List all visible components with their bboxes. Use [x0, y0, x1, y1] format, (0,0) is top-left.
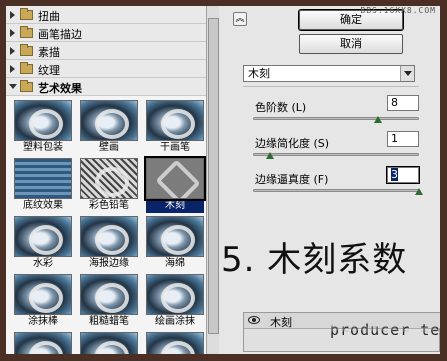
filter-thumb-fresco[interactable]: 壁画 — [80, 100, 138, 155]
filter-preview-image — [80, 216, 138, 257]
filter-category-panel: 扭曲 画笔描边 素描 纹理 艺术效果 塑料包装 壁画 干画笔 底纹效果 彩色铅笔… — [6, 6, 206, 354]
scrollbar-thumb[interactable] — [208, 18, 219, 334]
edge-simplicity-input[interactable]: 1 — [387, 131, 419, 147]
folder-icon — [20, 26, 33, 38]
filter-select-value: 木刻 — [248, 67, 270, 80]
category-sketch[interactable]: 素描 — [6, 42, 206, 60]
expand-arrow-icon[interactable] — [10, 11, 15, 19]
folder-icon — [20, 62, 33, 74]
filter-preview-image — [14, 158, 72, 199]
folder-open-icon — [20, 80, 33, 92]
param-levels: 色阶数 (L) 8 — [243, 93, 419, 129]
filter-thumb-rough-pastels[interactable]: 粗糙蜡笔 — [80, 274, 138, 329]
edge-fidelity-slider-handle[interactable] — [415, 188, 423, 195]
param-label: 边缘简化度 (S) — [255, 137, 330, 150]
filter-thumb-plastic-wrap[interactable]: 塑料包装 — [14, 100, 72, 155]
filter-thumb-sponge[interactable]: 海绵 — [146, 216, 204, 271]
filter-thumb-colored-pencil[interactable]: 彩色铅笔 — [80, 158, 138, 213]
filter-preview-image — [80, 158, 138, 199]
filter-preview-image — [14, 274, 72, 315]
filter-preview-image — [14, 216, 72, 257]
levels-slider-handle[interactable] — [373, 116, 382, 123]
effect-layers-panel: 木刻 producer test producer test — [243, 312, 440, 352]
filter-preview-image — [80, 332, 138, 354]
edge-fidelity-input[interactable]: 3 — [386, 166, 420, 184]
filter-thumb-poster-edges[interactable]: 海报边缘 — [80, 216, 138, 271]
edge-simplicity-slider-handle[interactable] — [265, 152, 274, 159]
category-artistic[interactable]: 艺术效果 — [6, 78, 206, 96]
selected-text: 3 — [391, 168, 398, 181]
layer-name: 木刻 — [270, 316, 292, 329]
category-distort[interactable]: 扭曲 — [6, 6, 206, 24]
window-frame: 扭曲 画笔描边 素描 纹理 艺术效果 塑料包装 壁画 干画笔 底纹效果 彩色铅笔… — [0, 0, 447, 361]
folder-icon — [20, 44, 33, 56]
folder-icon — [20, 8, 33, 20]
filter-thumb-partial[interactable] — [146, 332, 204, 354]
expand-arrow-icon[interactable] — [10, 29, 15, 37]
filter-thumb-dry-brush[interactable]: 干画笔 — [146, 100, 204, 155]
chevron-up-icon[interactable]: ︽ — [233, 12, 247, 26]
filter-thumb-smudge-stick[interactable]: 涂抹棒 — [14, 274, 72, 329]
eye-icon[interactable] — [248, 316, 260, 324]
param-label: 边缘逼真度 (F) — [255, 173, 329, 186]
tutorial-caption: 5. 木刻系数 — [221, 240, 408, 280]
edge-simplicity-slider-track[interactable] — [253, 153, 419, 156]
filter-thumb-paint-daubs[interactable]: 绘画涂抹 — [146, 274, 204, 329]
category-scrollbar[interactable] — [206, 6, 219, 354]
filter-preview-image — [144, 156, 206, 201]
filter-settings-panel: ︽ 确定 取消 BBS.16XX8.COM 木刻 色阶数 (L) 8 边缘简化度… — [219, 6, 440, 354]
filter-thumb-partial[interactable] — [14, 332, 72, 354]
expand-arrow-icon[interactable] — [10, 65, 15, 73]
filter-preview-image — [14, 100, 72, 141]
param-edge-simplicity: 边缘简化度 (S) 1 — [243, 129, 419, 165]
filter-preview-image — [146, 332, 204, 354]
filter-thumb-underpainting[interactable]: 底纹效果 — [14, 158, 72, 213]
collapse-arrow-icon[interactable] — [9, 84, 17, 89]
filter-parameters: 色阶数 (L) 8 边缘简化度 (S) 1 边缘逼真度 (F) 3 — [243, 86, 423, 195]
filter-preview-image — [80, 100, 138, 141]
filter-thumb-cutout[interactable]: 木刻 — [144, 156, 206, 213]
filter-preview-image — [80, 274, 138, 315]
levels-slider-track[interactable] — [253, 117, 419, 120]
cancel-button[interactable]: 取消 — [299, 34, 403, 54]
filter-preview-image — [146, 216, 204, 257]
category-texture[interactable]: 纹理 — [6, 60, 206, 78]
category-brush-strokes[interactable]: 画笔描边 — [6, 24, 206, 42]
filter-preview-image — [146, 274, 204, 315]
filter-preview-image — [14, 332, 72, 354]
filter-preview-image — [146, 100, 204, 141]
filter-thumb-watercolor[interactable]: 水彩 — [14, 216, 72, 271]
param-label: 色阶数 (L) — [255, 101, 307, 114]
filter-select[interactable]: 木刻 — [243, 65, 415, 82]
brand-watermark-reflection: producer test — [330, 324, 440, 335]
site-watermark: BBS.16XX8.COM — [360, 6, 436, 15]
param-edge-fidelity: 边缘逼真度 (F) 3 — [243, 165, 423, 201]
chevron-down-icon[interactable] — [400, 66, 414, 81]
edge-fidelity-slider-track[interactable] — [253, 189, 419, 192]
levels-input[interactable]: 8 — [387, 95, 419, 111]
expand-arrow-icon[interactable] — [10, 47, 15, 55]
filter-gallery-dialog: 扭曲 画笔描边 素描 纹理 艺术效果 塑料包装 壁画 干画笔 底纹效果 彩色铅笔… — [6, 6, 440, 354]
filter-thumbnail-grid: 塑料包装 壁画 干画笔 底纹效果 彩色铅笔 木刻 水彩 海报边缘 海绵 涂抹棒 … — [6, 96, 206, 354]
filter-thumb-partial[interactable] — [80, 332, 138, 354]
